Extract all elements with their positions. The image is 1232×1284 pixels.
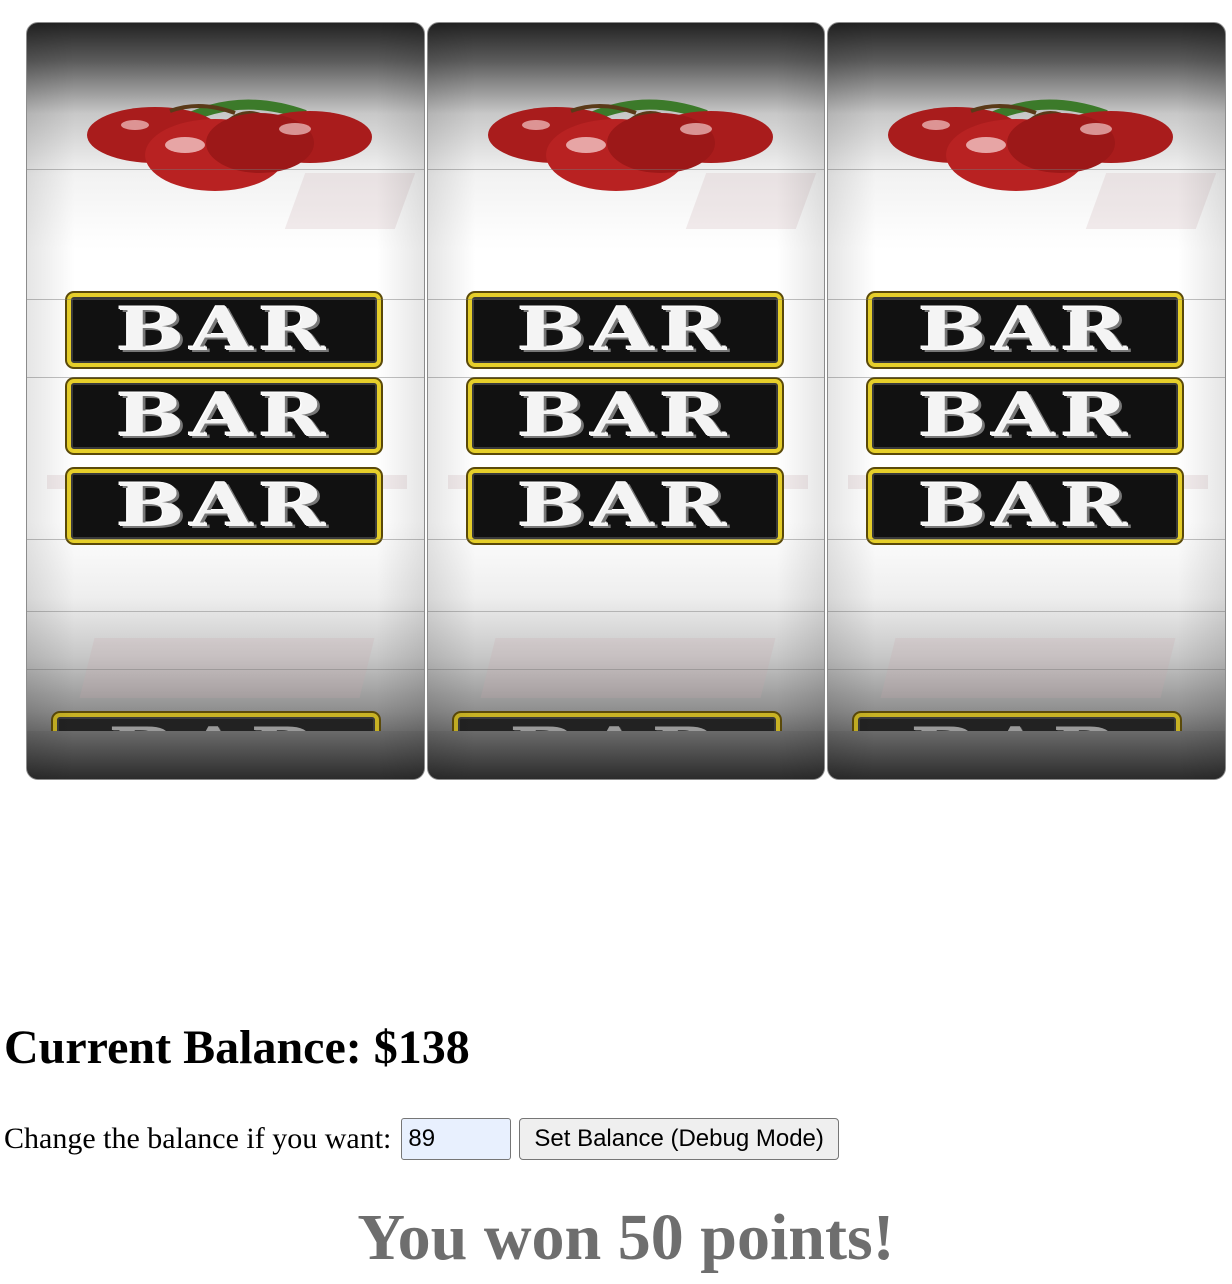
balance-input[interactable]	[401, 1118, 512, 1160]
bar-symbol: BAR	[868, 293, 1183, 367]
cherry-icon	[888, 99, 1174, 191]
bar-symbol: BAR	[67, 379, 381, 453]
bar-text: BAR	[917, 471, 1133, 541]
balance-controls: Change the balance if you want: Set Bala…	[4, 1118, 839, 1160]
bar-symbol: BAR	[67, 469, 381, 543]
bar-text: BAR	[517, 381, 733, 451]
bar-text: BAR	[917, 381, 1133, 451]
slot-machine: BAR BAR BAR BAR BAR BAR BAR BAR BAR	[26, 22, 1227, 780]
bar-symbol: BAR	[467, 469, 782, 543]
set-balance-button[interactable]: Set Balance (Debug Mode)	[519, 1118, 839, 1160]
cherry-icon	[487, 99, 773, 191]
bar-symbol: BAR	[868, 469, 1183, 543]
bar-text: BAR	[116, 381, 332, 451]
reel-1: BAR BAR BAR BAR	[26, 22, 425, 780]
bar-symbol: BAR	[467, 379, 782, 453]
bar-text: BAR	[517, 471, 733, 541]
bar-symbol: BAR	[467, 293, 782, 367]
bar-symbol: BAR	[868, 379, 1183, 453]
bar-text: BAR	[917, 295, 1133, 365]
balance-prompt: Change the balance if you want:	[4, 1122, 392, 1155]
bar-text: BAR	[116, 471, 332, 541]
bar-text: BAR	[517, 295, 733, 365]
cherry-icon	[87, 99, 372, 191]
win-message: You won 50 points!	[357, 1201, 895, 1274]
reel-2: BAR BAR BAR BAR	[426, 22, 826, 780]
reel-3: BAR BAR BAR BAR	[827, 22, 1227, 780]
balance-heading: Current Balance: $138	[4, 1021, 470, 1074]
bar-text: BAR	[116, 295, 332, 365]
bar-symbol: BAR	[67, 293, 381, 367]
